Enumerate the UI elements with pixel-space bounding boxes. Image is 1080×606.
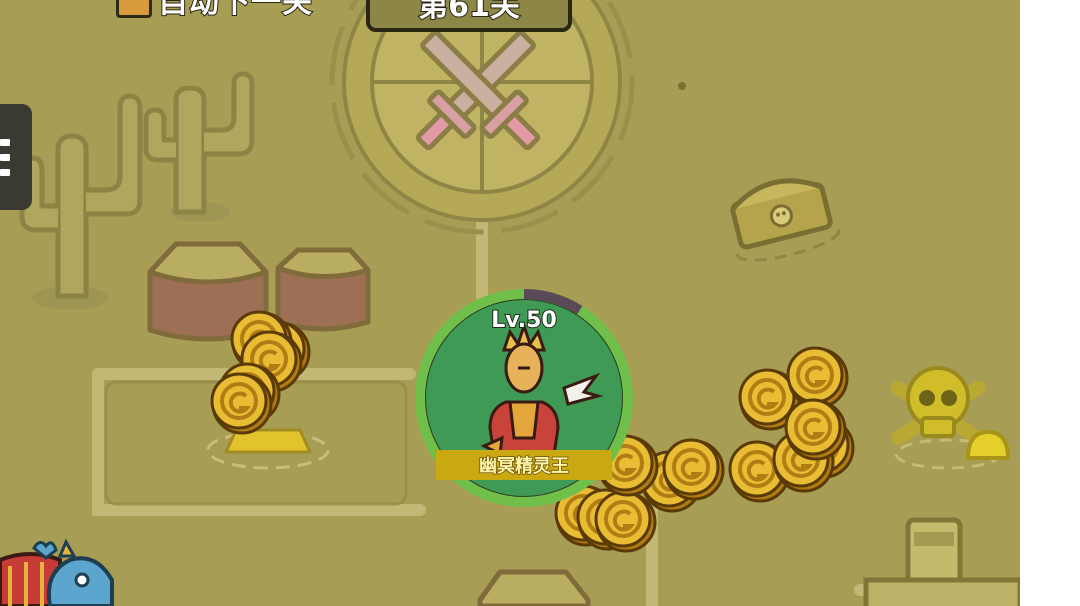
menu-icon	[0, 153, 10, 161]
auto-next-toggle[interactable]: 自动下一关	[116, 0, 313, 20]
world-map: Lv.50 幽冥精灵王 自动下一关 第61关	[0, 0, 1020, 606]
hero-node[interactable]: Lv.50 幽冥精灵王	[412, 286, 636, 510]
game-screen: Lv.50 幽冥精灵王 自动下一关 第61关	[0, 0, 1080, 606]
menu-icon	[0, 138, 10, 146]
side-menu-tab[interactable]	[0, 104, 32, 210]
level-select-label: 第61关	[417, 0, 521, 25]
hero-name-banner: 幽冥精灵王	[436, 450, 612, 480]
hero-level-label: Lv.50	[490, 307, 558, 334]
menu-icon	[0, 168, 10, 176]
level-select-button[interactable]: 第61关	[366, 0, 572, 32]
auto-next-label: 自动下一关	[157, 0, 313, 20]
auto-next-checkbox[interactable]	[116, 0, 152, 18]
